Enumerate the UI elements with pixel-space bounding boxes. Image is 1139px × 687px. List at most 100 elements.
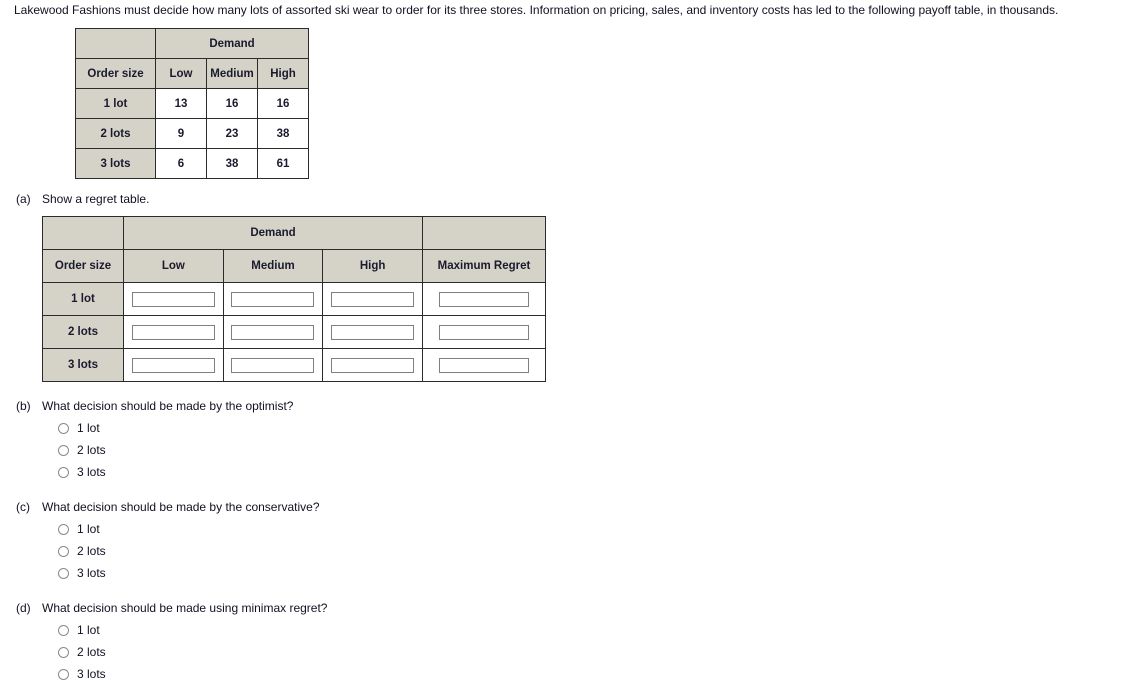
part-a-prompt: (a) Show a regret table. <box>16 192 149 206</box>
question-c-option-3lots[interactable]: 3 lots <box>58 562 320 584</box>
table-row: 1 lot 13 16 16 <box>75 88 309 119</box>
regret-cell-2lots-high[interactable] <box>322 315 423 349</box>
question-b-option-2lots-label: 2 lots <box>77 443 106 457</box>
regret-input-3lots-high[interactable] <box>331 357 415 373</box>
regret-input-1lot-high[interactable] <box>331 291 415 307</box>
radio-icon[interactable] <box>58 523 69 535</box>
regret-input-2lots-high[interactable] <box>331 324 415 340</box>
radio-icon[interactable] <box>58 444 69 456</box>
payoff-corner-cell <box>75 28 156 59</box>
question-c: (c) What decision should be made by the c… <box>16 500 320 584</box>
regret-cell-3lots-medium[interactable] <box>222 348 324 382</box>
question-b-option-1lot[interactable]: 1 lot <box>58 417 293 439</box>
part-a-letter: (a) <box>16 192 31 206</box>
payoff-cell-2lots-high: 38 <box>257 118 309 149</box>
payoff-col-header-high: High <box>257 58 309 89</box>
question-b-prompt: (b) What decision should be made by the o… <box>16 399 293 413</box>
payoff-cell-3lots-medium: 38 <box>206 148 258 179</box>
regret-cell-2lots-maxregret[interactable] <box>422 315 546 349</box>
regret-demand-header: Demand <box>123 216 423 250</box>
table-row: 1 lot <box>42 282 546 316</box>
payoff-row-label-2lots: 2 lots <box>75 118 156 149</box>
regret-corner-cell-right <box>422 216 546 250</box>
payoff-table-group-header-row: Demand <box>75 28 309 59</box>
regret-input-1lot-low[interactable] <box>131 291 215 307</box>
regret-cell-1lot-medium[interactable] <box>222 282 324 316</box>
regret-input-2lots-medium[interactable] <box>231 324 315 340</box>
payoff-cell-1lot-high: 16 <box>257 88 309 119</box>
regret-cell-2lots-low[interactable] <box>123 315 224 349</box>
table-row: 2 lots 9 23 38 <box>75 118 309 149</box>
question-d-option-1lot[interactable]: 1 lot <box>58 619 327 641</box>
regret-input-1lot-maximum-regret[interactable] <box>439 291 529 307</box>
regret-cell-3lots-high[interactable] <box>322 348 423 382</box>
radio-icon[interactable] <box>58 422 69 434</box>
table-row: 3 lots <box>42 348 546 382</box>
table-row: 3 lots 6 38 61 <box>75 148 309 179</box>
radio-icon[interactable] <box>58 466 69 478</box>
question-c-letter: (c) <box>16 500 30 514</box>
question-b-text: What decision should be made by the opti… <box>42 399 294 413</box>
payoff-row-label-3lots: 3 lots <box>75 148 156 179</box>
regret-order-size-header: Order size <box>42 249 124 283</box>
regret-input-3lots-medium[interactable] <box>231 357 315 373</box>
question-b-option-3lots[interactable]: 3 lots <box>58 461 293 483</box>
problem-statement: Lakewood Fashions must decide how many l… <box>14 3 1059 17</box>
regret-input-3lots-low[interactable] <box>131 357 215 373</box>
regret-col-header-maximum-regret: Maximum Regret <box>422 249 546 283</box>
payoff-col-header-low: Low <box>155 58 207 89</box>
regret-row-label-1lot: 1 lot <box>42 282 124 316</box>
radio-icon[interactable] <box>58 624 69 636</box>
regret-cell-2lots-medium[interactable] <box>222 315 324 349</box>
question-c-option-1lot-label: 1 lot <box>77 522 100 536</box>
regret-cell-1lot-maxregret[interactable] <box>422 282 546 316</box>
payoff-cell-1lot-medium: 16 <box>206 88 258 119</box>
question-c-option-1lot[interactable]: 1 lot <box>58 518 320 540</box>
regret-input-2lots-low[interactable] <box>131 324 215 340</box>
question-d-option-1lot-label: 1 lot <box>77 623 100 637</box>
question-b-option-3lots-label: 3 lots <box>77 465 106 479</box>
question-b-letter: (b) <box>16 399 31 413</box>
question-d: (d) What decision should be made using mi… <box>16 601 327 685</box>
regret-cell-1lot-high[interactable] <box>322 282 423 316</box>
payoff-row-label-1lot: 1 lot <box>75 88 156 119</box>
question-c-option-3lots-label: 3 lots <box>77 566 106 580</box>
payoff-cell-3lots-low: 6 <box>155 148 207 179</box>
radio-icon[interactable] <box>58 545 69 557</box>
regret-input-2lots-maximum-regret[interactable] <box>439 324 529 340</box>
regret-corner-cell <box>42 216 124 250</box>
payoff-cell-3lots-high: 61 <box>257 148 309 179</box>
question-b-option-1lot-label: 1 lot <box>77 421 100 435</box>
regret-table-group-header-row: Demand <box>42 216 546 250</box>
payoff-cell-2lots-low: 9 <box>155 118 207 149</box>
regret-col-header-high: High <box>322 249 423 283</box>
regret-cell-3lots-maxregret[interactable] <box>422 348 546 382</box>
radio-icon[interactable] <box>58 567 69 579</box>
regret-input-1lot-medium[interactable] <box>231 291 315 307</box>
regret-table-column-header-row: Order size Low Medium High Maximum Regre… <box>42 249 546 283</box>
regret-row-label-3lots: 3 lots <box>42 348 124 382</box>
part-a-text: Show a regret table. <box>42 192 150 206</box>
question-d-prompt: (d) What decision should be made using mi… <box>16 601 327 615</box>
radio-icon[interactable] <box>58 668 69 680</box>
radio-icon[interactable] <box>58 646 69 658</box>
payoff-demand-header: Demand <box>155 28 309 59</box>
regret-row-label-2lots: 2 lots <box>42 315 124 349</box>
payoff-cell-2lots-medium: 23 <box>206 118 258 149</box>
question-d-option-2lots-label: 2 lots <box>77 645 106 659</box>
regret-cell-3lots-low[interactable] <box>123 348 224 382</box>
question-b-option-2lots[interactable]: 2 lots <box>58 439 293 461</box>
question-c-text: What decision should be made by the cons… <box>42 500 320 514</box>
payoff-col-header-medium: Medium <box>206 58 258 89</box>
question-c-option-2lots[interactable]: 2 lots <box>58 540 320 562</box>
regret-table: Demand Order size Low Medium High Maximu… <box>42 216 546 382</box>
regret-cell-1lot-low[interactable] <box>123 282 224 316</box>
question-b: (b) What decision should be made by the o… <box>16 399 293 483</box>
question-d-option-2lots[interactable]: 2 lots <box>58 641 327 663</box>
question-d-option-3lots-label: 3 lots <box>77 667 106 681</box>
payoff-table: Demand Order size Low Medium High 1 lot … <box>75 28 309 179</box>
regret-col-header-medium: Medium <box>222 249 324 283</box>
regret-input-3lots-maximum-regret[interactable] <box>439 357 529 373</box>
question-d-option-3lots[interactable]: 3 lots <box>58 663 327 685</box>
payoff-table-column-header-row: Order size Low Medium High <box>75 58 309 89</box>
